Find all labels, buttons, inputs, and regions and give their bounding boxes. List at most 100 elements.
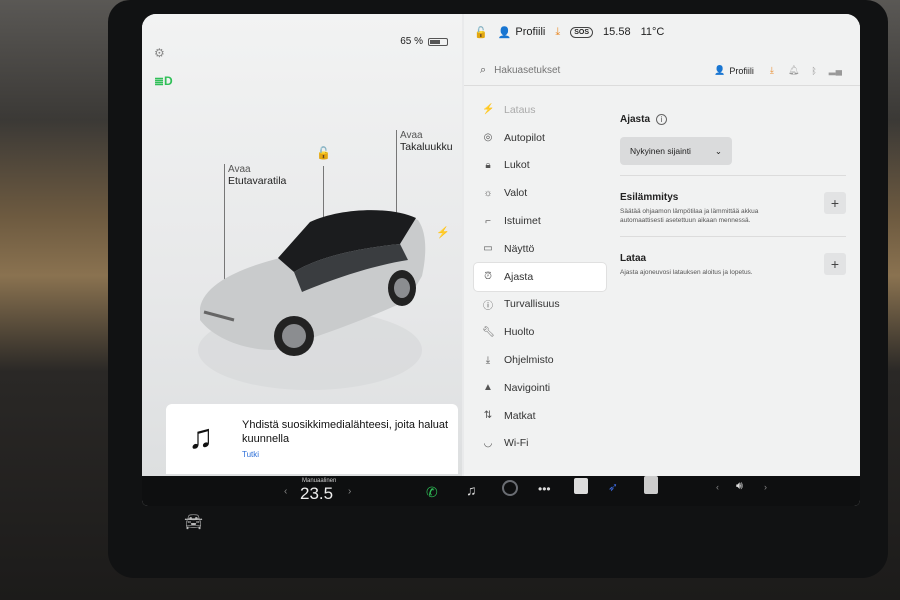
front-trunk-name: Etutavaratila bbox=[228, 175, 287, 187]
rear-trunk-action: Avaa bbox=[400, 130, 423, 141]
front-trunk-action: Avaa bbox=[228, 164, 251, 175]
taskbar bbox=[142, 476, 860, 506]
menu-item-huolto[interactable]: 🔧︎ Huolto bbox=[464, 318, 614, 346]
media-card[interactable]: ♫ Yhdistä suosikkimedialähteesi, joita h… bbox=[166, 404, 458, 474]
chevron-down-icon: ⌄ bbox=[714, 145, 722, 156]
battery-percent: 65 % bbox=[400, 36, 423, 47]
lock-status-icon[interactable]: 🔓 bbox=[474, 26, 488, 39]
menu-item-label: Ajasta bbox=[504, 270, 534, 283]
settings-panel: 🔓 👤 Profiili ⤓ SOS 15.58 11°C ⌕ 👤 Profii… bbox=[464, 14, 860, 476]
volume-up-chevron-icon[interactable]: › bbox=[764, 482, 767, 492]
more-apps-icon[interactable]: ••• bbox=[538, 482, 551, 496]
profile-button[interactable]: 👤 Profiili bbox=[498, 26, 546, 39]
wifi-icon: ◡ bbox=[483, 437, 493, 449]
navigation-app-icon[interactable]: ➶ bbox=[608, 480, 618, 494]
preheat-title: Esilämmitys bbox=[620, 192, 679, 203]
person-icon: 👤 bbox=[497, 26, 512, 39]
charge-port-icon[interactable]: ⚡ bbox=[436, 226, 450, 239]
volume-down-chevron-icon[interactable]: ‹ bbox=[716, 482, 719, 492]
lock-icon: 🔒︎ bbox=[485, 159, 491, 171]
menu-item-lataus[interactable]: ⚡ Lataus bbox=[464, 96, 614, 124]
front-trunk-button[interactable]: Avaa Etutavaratila bbox=[228, 164, 286, 187]
menu-item-label: Istuimet bbox=[504, 215, 541, 228]
trip-icon: ⇅ bbox=[483, 410, 493, 422]
schedule-heading: Ajasta i bbox=[620, 114, 846, 125]
menu-item-ohjelmisto[interactable]: ⤓ Ohjelmisto bbox=[464, 346, 614, 374]
preheat-row: Esilämmitys Säätää ohjaamon lämpötilaa j… bbox=[620, 175, 846, 226]
battery-status: 65 % bbox=[400, 36, 448, 47]
preheat-description: Säätää ohjaamon lämpötilaa ja lämmittää … bbox=[620, 208, 759, 224]
photo-background: ⚙ ≣D 65 % Avaa Etutavaratila 🔓 Avaa Taka… bbox=[0, 0, 900, 600]
search-row: ⌕ 👤 Profiili ⤓ 🔔︎ ᛒ ▂▄ bbox=[464, 56, 860, 86]
unlock-icon[interactable]: 🔓 bbox=[316, 146, 331, 160]
search-input[interactable] bbox=[494, 65, 655, 76]
battery-icon bbox=[428, 37, 448, 46]
menu-item-matkat[interactable]: ⇅ Matkat bbox=[464, 402, 614, 430]
update-download-icon[interactable]: ⤓ bbox=[555, 26, 560, 39]
menu-item-label: Lukot bbox=[504, 159, 530, 172]
add-charge-button[interactable]: + bbox=[824, 252, 846, 275]
menu-item-label: Valot bbox=[504, 187, 528, 200]
menu-item-label: Matkat bbox=[504, 409, 536, 422]
steering-wheel-icon: ◎ bbox=[483, 132, 493, 144]
notes-app-icon[interactable] bbox=[574, 478, 588, 494]
car-illustration bbox=[198, 210, 426, 390]
signal-icon: ▂▄ bbox=[828, 65, 843, 75]
menu-item-label: Navigointi bbox=[504, 381, 551, 394]
menu-item-valot[interactable]: ☼ Valot bbox=[464, 179, 614, 207]
location-dropdown-value: Nykyinen sijainti bbox=[630, 146, 691, 156]
charge-title: Lataa bbox=[620, 252, 647, 264]
camera-icon[interactable] bbox=[502, 480, 518, 496]
music-icon[interactable]: ♫ bbox=[466, 482, 477, 498]
charge-description: Ajasta ajoneuvosi latauksen aloitus ja l… bbox=[620, 268, 753, 276]
settings-menu: ⚡ Lataus ◎ Autopilot 🔒︎ Lukot ☼ Valot ⌐ Istuimet ▭… bbox=[464, 96, 614, 457]
add-preheat-button[interactable]: + bbox=[824, 192, 846, 214]
menu-item-wi-fi[interactable]: ◡ Wi-Fi bbox=[464, 430, 614, 458]
search-profile-button[interactable]: 👤 Profiili bbox=[714, 65, 754, 76]
car-icon[interactable]: 🚘︎ bbox=[184, 513, 203, 531]
menu-item-autopilot[interactable]: ◎ Autopilot bbox=[464, 124, 614, 152]
info-icon[interactable]: i bbox=[656, 114, 668, 125]
info-icon: ⓘ bbox=[483, 300, 493, 312]
menu-item-navigointi[interactable]: ▲ Navigointi bbox=[464, 374, 614, 402]
bluetooth-icon[interactable]: ᛒ bbox=[811, 66, 816, 76]
phone-icon[interactable]: ✆ bbox=[426, 484, 438, 501]
menu-item-turvallisuus[interactable]: ⓘ Turvallisuus bbox=[464, 291, 614, 319]
sun-icon: ☼ bbox=[483, 187, 493, 199]
profile-label: Profiili bbox=[515, 26, 546, 38]
menu-item-label: Ohjelmisto bbox=[504, 354, 554, 367]
menu-item-label: Näyttö bbox=[504, 242, 535, 255]
menu-item-label: Wi-Fi bbox=[504, 437, 529, 450]
rear-trunk-button[interactable]: Avaa Takaluukku bbox=[400, 130, 453, 153]
status-bar: 🔓 👤 Profiili ⤓ SOS 15.58 11°C bbox=[464, 14, 860, 50]
rear-trunk-name: Takaluukku bbox=[400, 141, 453, 153]
clock-time: 15.58 bbox=[603, 26, 631, 38]
download-icon[interactable]: ⤓ bbox=[770, 65, 774, 76]
schedule-detail: Ajasta i Nykyinen sijainti ⌄ Esilämmitys… bbox=[620, 114, 846, 277]
touchscreen: ⚙ ≣D 65 % Avaa Etutavaratila 🔓 Avaa Taka… bbox=[142, 14, 860, 506]
manual-app-icon[interactable] bbox=[644, 476, 658, 494]
sos-button[interactable]: SOS bbox=[570, 26, 594, 38]
auto-headlight-icon[interactable]: ⚙ bbox=[154, 46, 165, 60]
bell-icon[interactable]: 🔔︎ bbox=[788, 65, 799, 76]
location-dropdown[interactable]: Nykyinen sijainti ⌄ bbox=[620, 137, 732, 165]
menu-item-label: Turvallisuus bbox=[504, 298, 560, 311]
menu-item-istuimet[interactable]: ⌐ Istuimet bbox=[464, 207, 614, 235]
seat-icon: ⌐ bbox=[485, 215, 491, 227]
media-explore-link[interactable]: Tutki bbox=[242, 450, 259, 459]
cabin-temperature[interactable]: 23.5 bbox=[300, 484, 333, 504]
volume-icon[interactable]: 🔊︎ bbox=[736, 480, 743, 493]
menu-item-label: Autopilot bbox=[504, 131, 545, 144]
menu-item-lukot[interactable]: 🔒︎ Lukot bbox=[464, 152, 614, 180]
display-icon: ▭ bbox=[483, 243, 493, 255]
menu-item-label: Lataus bbox=[504, 103, 536, 116]
headlights-on-icon: ≣D bbox=[154, 74, 173, 88]
menu-item-näyttö[interactable]: ▭ Näyttö bbox=[464, 235, 614, 263]
temp-down-chevron-icon[interactable]: ‹ bbox=[284, 486, 287, 497]
music-note-icon: ♫ bbox=[188, 418, 214, 456]
menu-item-label: Huolto bbox=[504, 326, 535, 339]
battery-fill bbox=[430, 39, 441, 44]
temp-up-chevron-icon[interactable]: › bbox=[348, 486, 351, 497]
menu-item-ajasta[interactable]: ⏰︎ Ajasta bbox=[474, 262, 606, 291]
download-icon: ⤓ bbox=[485, 354, 491, 366]
